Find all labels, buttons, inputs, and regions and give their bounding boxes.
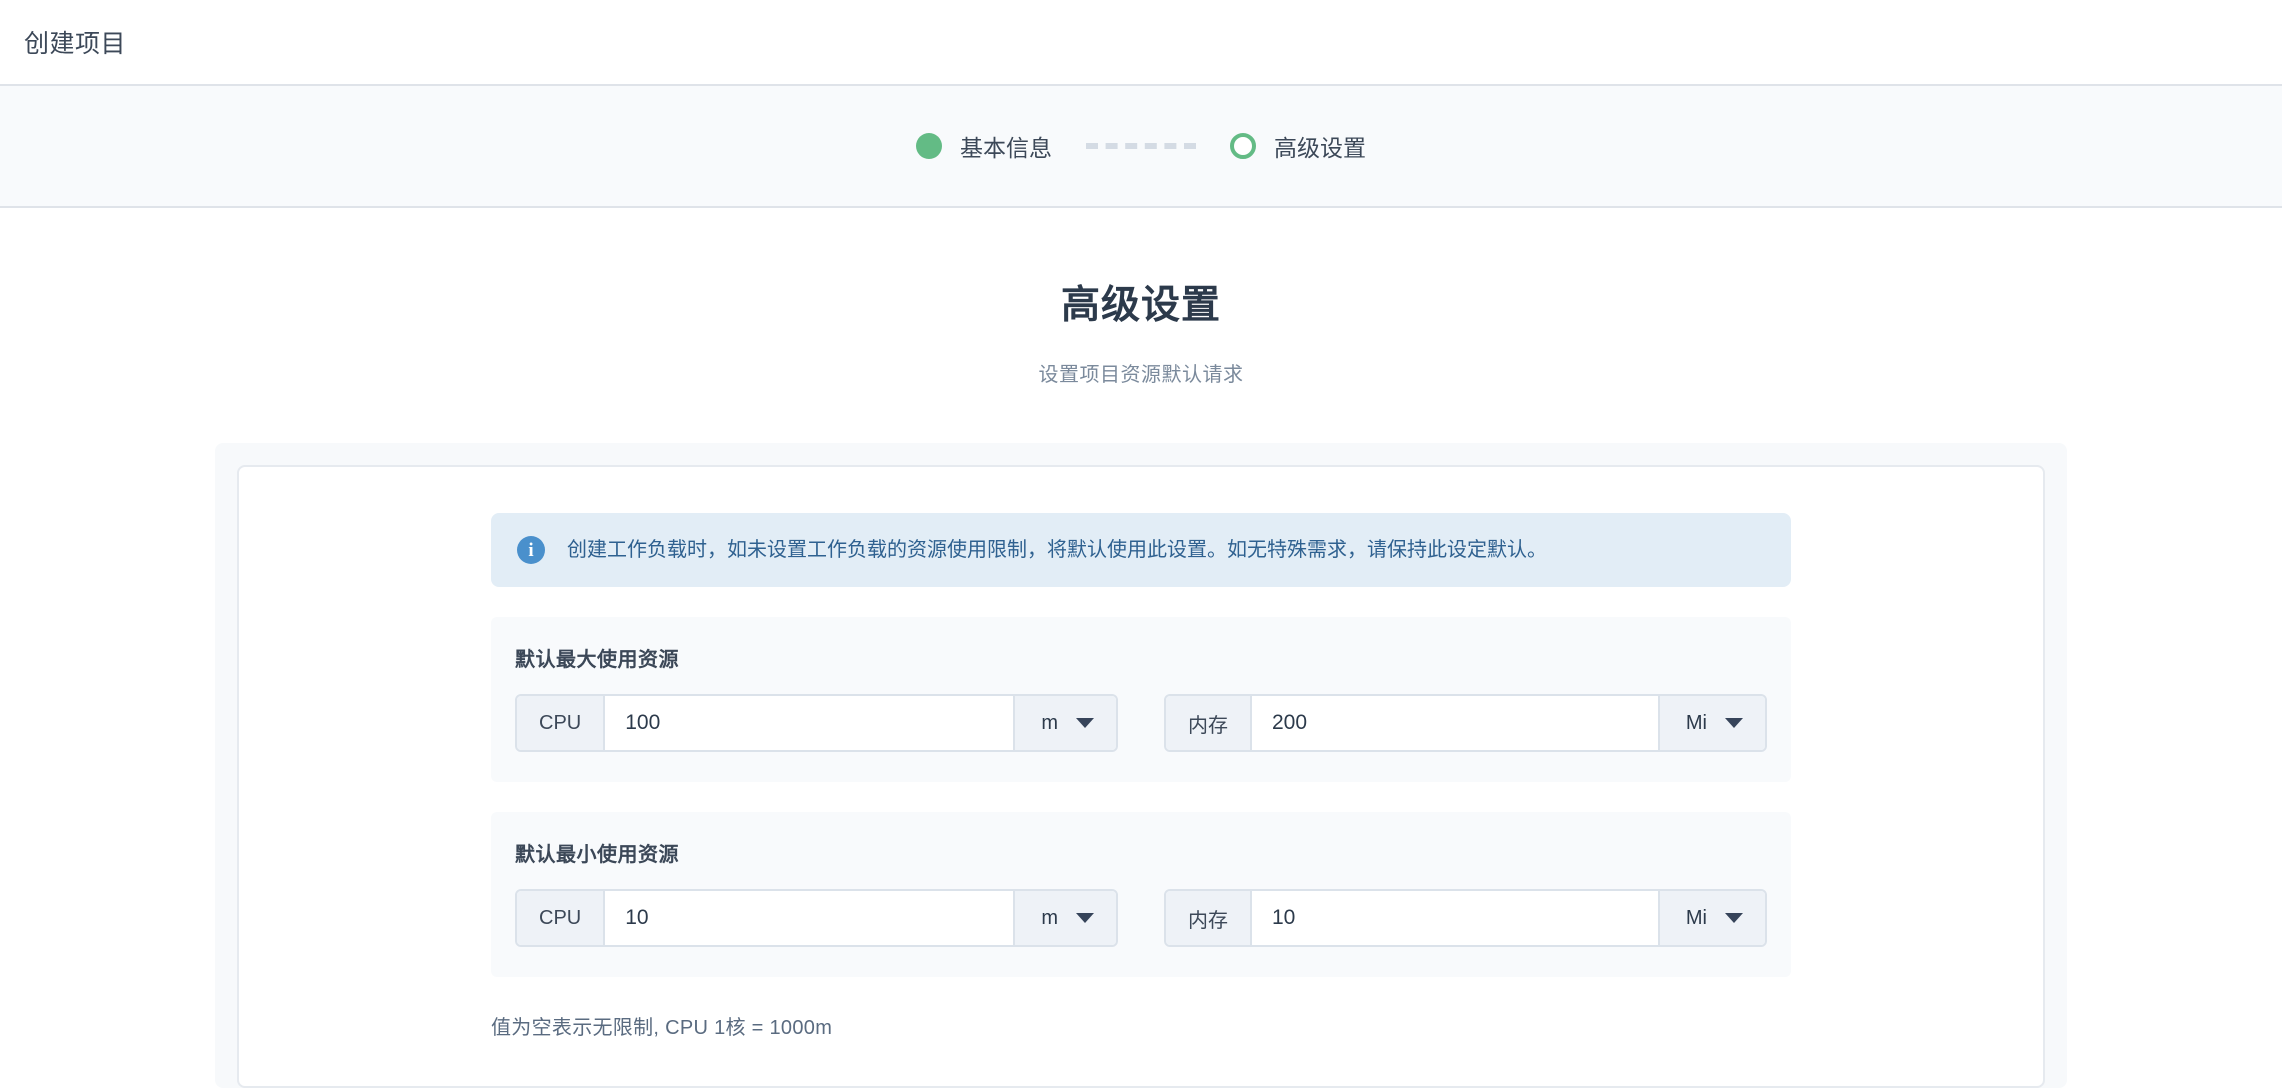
create-project-page: 创建项目 基本信息 高级设置 高级设置 设置项目资源默认请求 i 创建工作负载时… (0, 0, 2282, 1088)
stepper: 基本信息 高级设置 (916, 129, 1366, 163)
max-memory-input[interactable] (1252, 696, 1658, 750)
chevron-down-icon (1725, 913, 1743, 923)
chevron-down-icon (1725, 718, 1743, 728)
settings-card: i 创建工作负载时，如未设置工作负载的资源使用限制，将默认使用此设置。如无特殊需… (237, 465, 2045, 1088)
max-cpu-unit-select[interactable]: m (1013, 696, 1116, 750)
step-label-basic-info: 基本信息 (960, 135, 1052, 161)
settings-card-inner: i 创建工作负载时，如未设置工作负载的资源使用限制，将默认使用此设置。如无特殊需… (491, 513, 1791, 1040)
info-banner-text: 创建工作负载时，如未设置工作负载的资源使用限制，将默认使用此设置。如无特殊需求，… (567, 539, 1547, 561)
step-done-dot-icon (916, 133, 942, 159)
resource-group-min: 默认最小使用资源 CPU m 内存 (491, 812, 1791, 977)
step-current-dot-icon (1230, 133, 1256, 159)
max-memory-label: 内存 (1166, 696, 1252, 750)
page-subtitle: 设置项目资源默认请求 (1038, 364, 1244, 386)
max-cpu-label: CPU (517, 696, 606, 750)
step-label-advanced-settings: 高级设置 (1274, 135, 1366, 161)
max-cpu-input[interactable] (605, 696, 1014, 750)
info-icon: i (517, 536, 545, 564)
step-advanced-settings[interactable]: 高级设置 (1230, 129, 1366, 163)
chevron-down-icon (1076, 718, 1094, 728)
min-cpu-unit-select[interactable]: m (1013, 891, 1116, 945)
step-basic-info[interactable]: 基本信息 (916, 129, 1052, 163)
resource-row-min: CPU m 内存 Mi (515, 889, 1767, 947)
max-memory-unit-value: Mi (1685, 711, 1707, 734)
min-memory-unit-select[interactable]: Mi (1657, 891, 1765, 945)
top-header-bar: 创建项目 (0, 0, 2282, 86)
settings-panel-outer: i 创建工作负载时，如未设置工作负载的资源使用限制，将默认使用此设置。如无特殊需… (215, 443, 2067, 1088)
resource-group-max-title: 默认最大使用资源 (515, 649, 679, 671)
main-content: 高级设置 设置项目资源默认请求 i 创建工作负载时，如未设置工作负载的资源使用限… (0, 208, 2282, 1088)
max-cpu-unit-value: m (1041, 711, 1058, 734)
window-title: 创建项目 (24, 30, 127, 58)
max-memory-unit-select[interactable]: Mi (1657, 696, 1765, 750)
chevron-down-icon (1076, 913, 1094, 923)
max-cpu-field-group: CPU m (515, 694, 1118, 752)
min-cpu-input[interactable] (605, 891, 1014, 945)
step-connector-dashed (1086, 143, 1196, 149)
min-memory-label: 内存 (1166, 891, 1252, 945)
page-title: 高级设置 (1060, 284, 1221, 327)
resource-group-min-title: 默认最小使用资源 (515, 844, 679, 866)
min-cpu-label: CPU (517, 891, 606, 945)
min-cpu-unit-value: m (1041, 906, 1058, 929)
min-cpu-field-group: CPU m (515, 889, 1118, 947)
min-memory-unit-value: Mi (1685, 906, 1707, 929)
resource-group-max: 默认最大使用资源 CPU m 内存 (491, 617, 1791, 782)
min-memory-field-group: 内存 Mi (1164, 889, 1767, 947)
stepper-band: 基本信息 高级设置 (0, 86, 2282, 208)
min-memory-input[interactable] (1252, 891, 1658, 945)
resource-row-max: CPU m 内存 Mi (515, 694, 1767, 752)
info-banner: i 创建工作负载时，如未设置工作负载的资源使用限制，将默认使用此设置。如无特殊需… (491, 513, 1791, 587)
max-memory-field-group: 内存 Mi (1164, 694, 1767, 752)
resource-hint-note: 值为空表示无限制, CPU 1核 = 1000m (491, 1017, 833, 1039)
